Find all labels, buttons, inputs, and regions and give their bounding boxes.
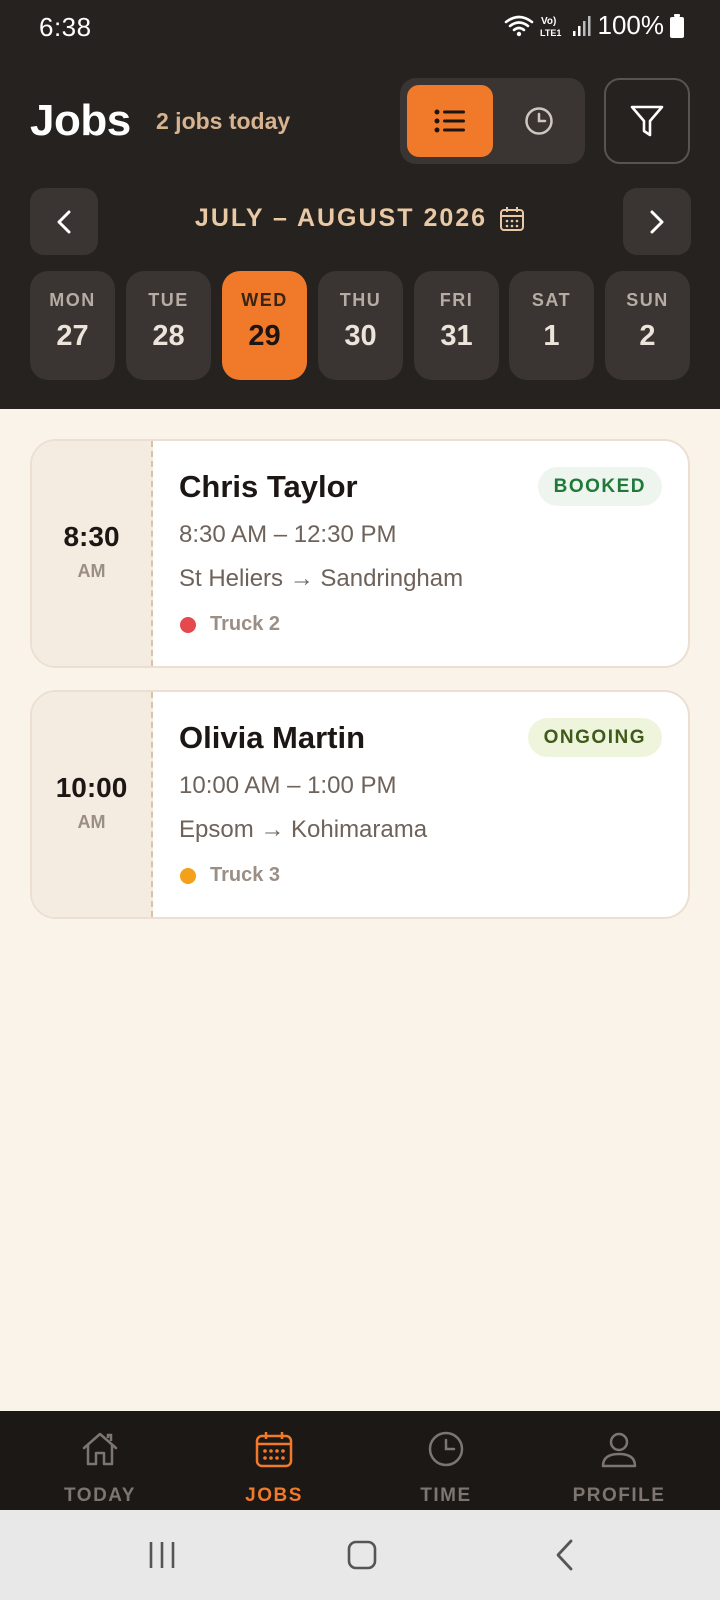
view-toggle (400, 78, 585, 164)
day-number: 29 (248, 320, 281, 352)
nav-jobs-label: JOBS (245, 1485, 303, 1506)
filter-icon (630, 105, 664, 137)
time-view-button[interactable] (500, 85, 578, 157)
job-ampm: AM (77, 561, 106, 581)
nav-time[interactable]: TIME (356, 1411, 536, 1510)
chevron-right-icon (650, 210, 664, 233)
list-icon (434, 109, 465, 133)
home-icon (82, 1432, 118, 1466)
job-truck: Truck 3 (179, 864, 280, 887)
day-number: 2 (639, 320, 656, 352)
day-fri[interactable]: FRI 31 (414, 271, 499, 380)
month-range-label: JULY – AUGUST 2026 (194, 204, 488, 232)
next-week-button[interactable] (623, 188, 691, 255)
wifi-icon (504, 15, 533, 36)
home-button[interactable] (337, 1532, 387, 1578)
back-button[interactable] (540, 1532, 590, 1578)
job-route: Epsom → Kohimarama (179, 816, 428, 843)
day-number: 28 (152, 320, 185, 352)
system-nav-bar (0, 1510, 720, 1600)
nav-today-label: TODAY (64, 1485, 136, 1506)
calendar-icon (255, 1432, 293, 1468)
home-square-icon (347, 1540, 377, 1570)
job-route: St Heliers → Sandringham (179, 565, 464, 592)
day-number: 27 (56, 320, 89, 352)
battery-icon (670, 13, 684, 38)
nav-today[interactable]: TODAY (10, 1411, 190, 1510)
clock-icon (428, 1431, 464, 1467)
day-mon[interactable]: MON 27 (30, 271, 115, 380)
prev-week-button[interactable] (30, 188, 98, 255)
app-header: 6:38 Vo) LTE1 100% Jobs 2 jobs today JUL… (0, 0, 720, 409)
job-card[interactable]: 8:30 AM Chris Taylor BOOKED 8:30 AM – 12… (30, 439, 690, 668)
job-truck: Truck 2 (179, 613, 280, 636)
status-bar: 6:38 Vo) LTE1 100% (0, 0, 720, 52)
week-day-strip: MON 27 TUE 28 WED 29 THU 30 FRI 31 SAT 1… (30, 271, 690, 380)
svg-text:Vo): Vo) (541, 16, 556, 27)
day-wed[interactable]: WED 29 (222, 271, 307, 380)
day-tue[interactable]: TUE 28 (126, 271, 211, 380)
job-ampm: AM (77, 812, 106, 832)
page-title: Jobs (30, 96, 131, 145)
filter-button[interactable] (604, 78, 690, 164)
day-name: SAT (531, 290, 572, 310)
day-number: 30 (344, 320, 377, 352)
job-customer-name: Olivia Martin (179, 720, 366, 755)
day-name: THU (339, 290, 382, 310)
job-customer-name: Chris Taylor (179, 469, 358, 504)
truck-label: Truck 3 (210, 864, 281, 886)
day-name: TUE (148, 290, 189, 310)
job-start-time: 8:30 (63, 521, 120, 552)
day-name: MON (49, 290, 96, 310)
day-name: SUN (626, 290, 669, 310)
day-name: FRI (439, 290, 474, 310)
user-icon (601, 1432, 637, 1468)
jobs-count: 2 jobs today (156, 108, 291, 134)
clock-icon (525, 107, 553, 135)
back-icon (556, 1539, 573, 1571)
job-time-column: 8:30 AM (32, 441, 153, 666)
truck-color-dot (180, 616, 196, 633)
truck-label: Truck 2 (210, 613, 281, 635)
bottom-nav: TODAY JOBS TIME PROFILE (0, 1411, 720, 1510)
svg-text:LTE1: LTE1 (540, 28, 561, 38)
job-start-time: 10:00 (55, 772, 128, 803)
status-badge: BOOKED (537, 467, 662, 506)
nav-jobs[interactable]: JOBS (184, 1411, 364, 1510)
network-icon: Vo) LTE1 (540, 16, 561, 38)
status-icons: Vo) LTE1 100% (504, 10, 684, 41)
day-number: 31 (440, 320, 473, 352)
chevron-left-icon (57, 210, 71, 233)
truck-color-dot (180, 867, 196, 884)
day-sun[interactable]: SUN 2 (605, 271, 690, 380)
recent-apps-icon (149, 1542, 175, 1568)
list-view-button[interactable] (407, 85, 493, 157)
job-time-range: 8:30 AM – 12:30 PM (179, 521, 397, 548)
nav-profile[interactable]: PROFILE (529, 1411, 709, 1510)
month-range[interactable]: JULY – AUGUST 2026 (110, 204, 610, 233)
day-name: WED (241, 290, 288, 310)
day-sat[interactable]: SAT 1 (509, 271, 594, 380)
job-time-range: 10:00 AM – 1:00 PM (179, 772, 397, 799)
signal-icon (572, 15, 590, 36)
day-number: 1 (543, 320, 560, 352)
recent-apps-button[interactable] (137, 1532, 187, 1578)
nav-time-label: TIME (420, 1485, 472, 1506)
calendar-icon (500, 206, 525, 231)
nav-profile-label: PROFILE (572, 1485, 666, 1506)
day-thu[interactable]: THU 30 (318, 271, 403, 380)
status-badge: ONGOING (527, 718, 662, 757)
job-time-column: 10:00 AM (32, 692, 153, 917)
status-time: 6:38 (39, 12, 92, 42)
job-card[interactable]: 10:00 AM Olivia Martin ONGOING 10:00 AM … (30, 690, 690, 919)
battery-percent: 100% (597, 10, 665, 40)
